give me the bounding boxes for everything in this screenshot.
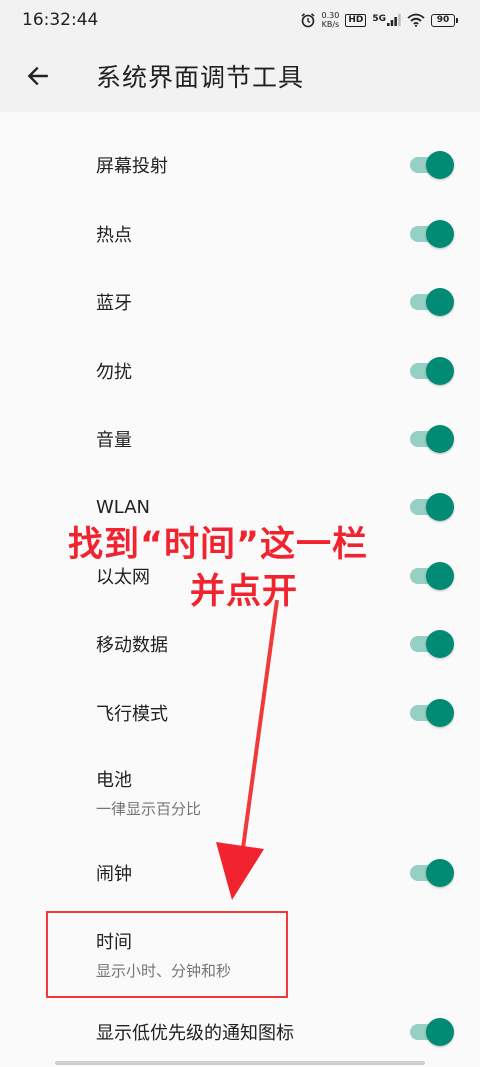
annotation-line-1: 找到“时间”这一栏: [68, 525, 369, 565]
annotation-line-2: 并点开: [190, 572, 299, 612]
navigation-bar: [55, 1061, 425, 1065]
